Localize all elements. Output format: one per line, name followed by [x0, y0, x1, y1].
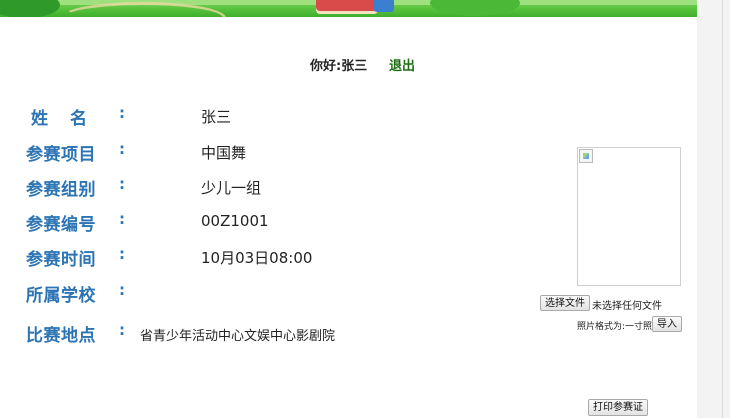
import-button[interactable]: 导入: [652, 316, 682, 332]
print-certificate-button[interactable]: 打印参赛证: [588, 399, 648, 416]
banner-book-icon-2: [374, 0, 394, 12]
field-colon: :: [119, 321, 125, 339]
field-label-event: 参赛项目: [26, 145, 96, 165]
photo-format-hint: 照片格式为:一寸照: [577, 322, 653, 332]
page-side-gutter: [697, 0, 730, 418]
field-colon: :: [119, 140, 125, 158]
banner-tree-icon: [0, 0, 60, 17]
photo-frame: [577, 147, 681, 286]
field-colon: :: [119, 210, 125, 228]
field-value-group: 少儿一组: [201, 179, 262, 197]
broken-image-icon: [579, 149, 593, 163]
field-colon: :: [119, 245, 125, 263]
logout-link[interactable]: 退出: [389, 55, 415, 74]
field-value-time: 10月03日08:00: [201, 249, 313, 267]
field-colon: :: [119, 175, 125, 193]
header-banner: [0, 0, 697, 17]
field-value-venue: 省青少年活动中心文娱中心影剧院: [140, 329, 336, 344]
field-label-name: 姓名: [31, 109, 109, 129]
scrollbar-track[interactable]: [722, 0, 723, 418]
field-label-venue: 比赛地点: [26, 326, 96, 346]
banner-book-icon: [316, 0, 378, 14]
field-value-number: 00Z1001: [201, 212, 269, 230]
no-file-selected-text: 未选择任何文件: [592, 301, 662, 312]
field-label-time: 参赛时间: [26, 250, 96, 270]
field-label-school: 所属学校: [26, 286, 96, 306]
banner-hill: [430, 0, 520, 16]
field-value-event: 中国舞: [201, 144, 247, 162]
choose-file-button[interactable]: 选择文件: [540, 295, 590, 311]
field-colon: :: [119, 104, 125, 122]
field-label-group: 参赛组别: [26, 180, 96, 200]
field-colon: :: [119, 281, 125, 299]
field-value-name: 张三: [201, 108, 232, 126]
user-greeting: 你好:张三: [310, 59, 368, 74]
field-label-number: 参赛编号: [26, 215, 96, 235]
